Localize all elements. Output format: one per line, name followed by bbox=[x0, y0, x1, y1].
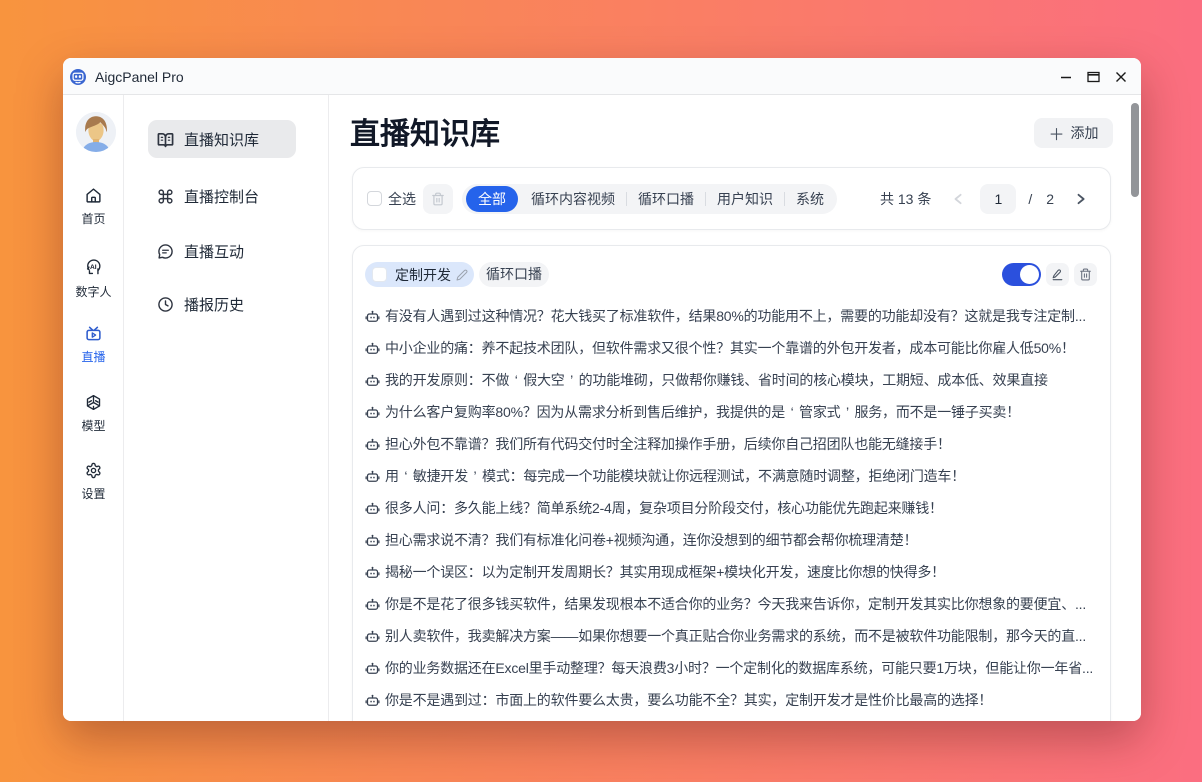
svg-text:AI: AI bbox=[90, 264, 97, 271]
